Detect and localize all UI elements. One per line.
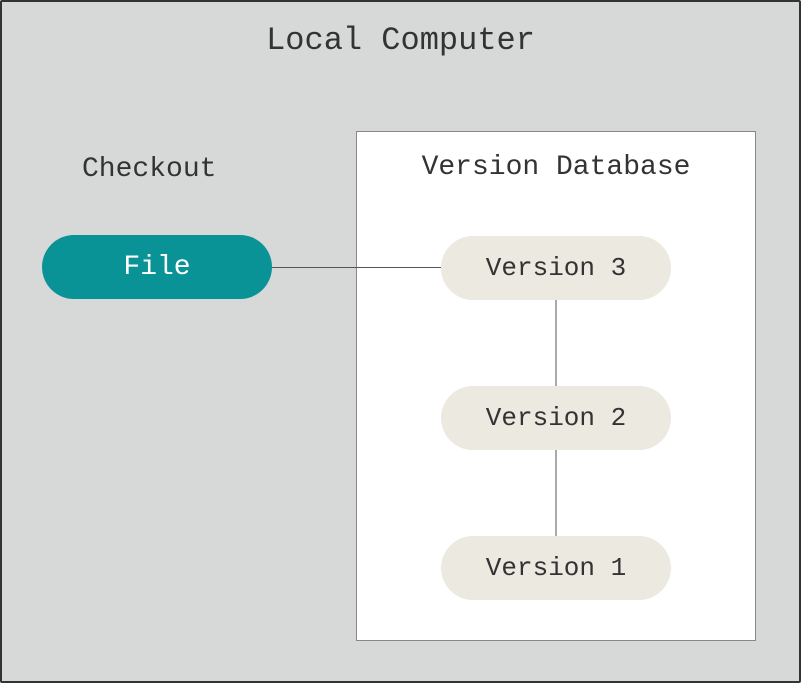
checkout-label: Checkout xyxy=(82,154,216,185)
version-database-box: Version Database Version 3 Version 2 Ver… xyxy=(356,131,756,641)
version-node-2: Version 2 xyxy=(441,386,671,450)
connector-v2-v1 xyxy=(556,450,557,540)
file-node-label: File xyxy=(123,252,190,283)
version-node-1: Version 1 xyxy=(441,536,671,600)
file-node: File xyxy=(42,235,272,299)
connector-file-to-v3 xyxy=(262,267,452,268)
version-node-label: Version 2 xyxy=(486,403,626,433)
version-node-label: Version 1 xyxy=(486,553,626,583)
connector-v3-v2 xyxy=(556,300,557,390)
version-node-3: Version 3 xyxy=(441,236,671,300)
version-node-label: Version 3 xyxy=(486,253,626,283)
local-computer-diagram: Local Computer Checkout File Version Dat… xyxy=(0,0,801,683)
diagram-title: Local Computer xyxy=(2,22,799,59)
version-database-title: Version Database xyxy=(357,152,755,183)
